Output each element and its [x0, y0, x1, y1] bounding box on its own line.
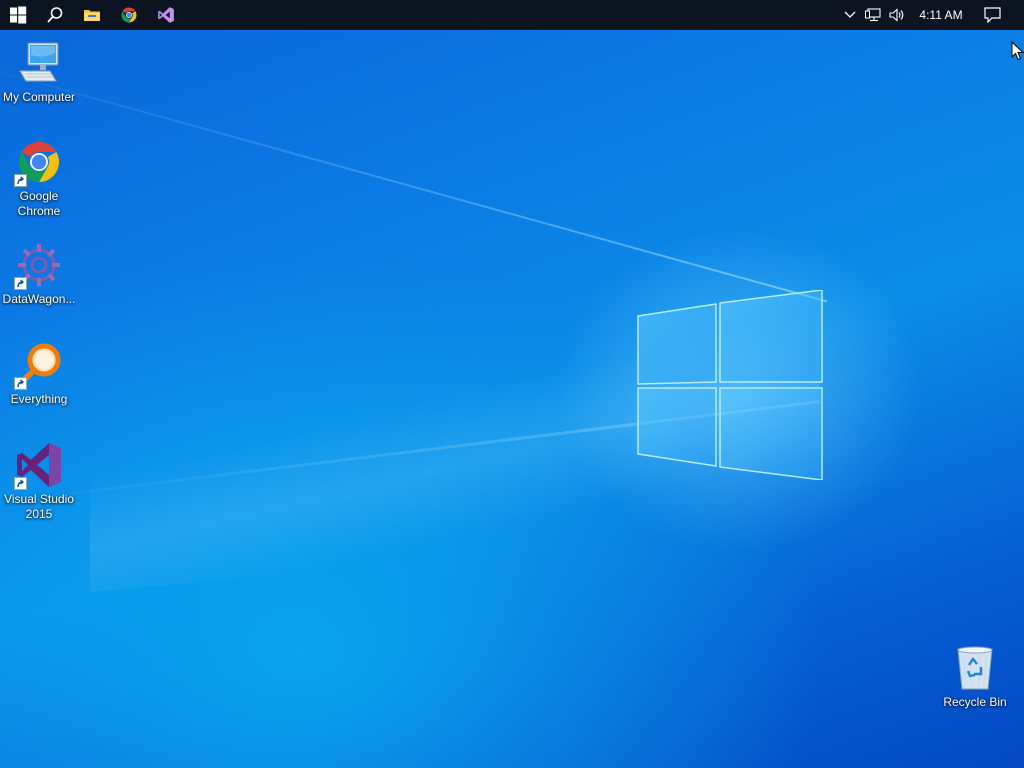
desktop-icon-visual-studio[interactable]: Visual Studio 2015: [0, 440, 78, 522]
notification-icon: [983, 7, 1001, 23]
light-beam: [0, 60, 828, 303]
desktop-icon-label: Google Chrome: [17, 189, 61, 218]
windows-logo-icon: [10, 6, 27, 24]
desktop-icon-my-computer[interactable]: My Computer: [0, 38, 78, 105]
desktop-icon-recycle-bin[interactable]: Recycle Bin: [936, 643, 1014, 710]
speaker-icon: [889, 8, 904, 22]
action-center-button[interactable]: [978, 0, 1006, 30]
computer-icon: [14, 38, 64, 88]
desktop-icon-label: My Computer: [2, 90, 76, 104]
desktop-icon-label: DataWagon...: [2, 292, 76, 306]
shortcut-arrow-icon: [14, 477, 27, 490]
mouse-cursor-icon: [1011, 41, 1024, 61]
desktop-icon-label: Visual Studio 2015: [4, 492, 74, 521]
chrome-icon: [14, 137, 64, 187]
search-button[interactable]: [37, 0, 73, 30]
chrome-taskbar-button[interactable]: [111, 0, 147, 30]
desktop-icon-datawagon[interactable]: DataWagon...: [0, 240, 78, 307]
network-icon: [865, 8, 881, 22]
network-button[interactable]: [862, 0, 884, 30]
everything-search-icon: [14, 340, 64, 390]
folder-icon: [84, 10, 100, 21]
volume-button[interactable]: [886, 0, 908, 30]
shortcut-arrow-icon: [14, 377, 27, 390]
desktop-icon-google-chrome[interactable]: Google Chrome: [0, 137, 78, 219]
chrome-icon: [121, 7, 137, 23]
start-button[interactable]: [0, 0, 36, 30]
file-explorer-button[interactable]: [74, 0, 110, 30]
shortcut-arrow-icon: [14, 174, 27, 187]
desktop-icon-everything[interactable]: Everything: [0, 340, 78, 407]
recycle-bin-icon: [950, 643, 1000, 693]
visual-studio-icon: [158, 7, 174, 23]
taskbar: 4:11 AM: [0, 0, 1024, 30]
clock-time: 4:11 AM: [919, 8, 963, 22]
desktop-icon-label: Everything: [10, 392, 68, 406]
taskbar-clock[interactable]: 4:11 AM: [912, 0, 970, 30]
visual-studio-taskbar-button[interactable]: [148, 0, 184, 30]
chevron-up-icon: [844, 11, 856, 18]
search-icon: [47, 7, 63, 23]
datawagon-icon: [14, 240, 64, 290]
shortcut-arrow-icon: [14, 277, 27, 290]
visual-studio-icon: [14, 440, 64, 490]
desktop-icon-label: Recycle Bin: [943, 695, 1007, 709]
wallpaper-windows-logo: [637, 290, 823, 480]
show-hidden-icons-button[interactable]: [840, 0, 860, 30]
